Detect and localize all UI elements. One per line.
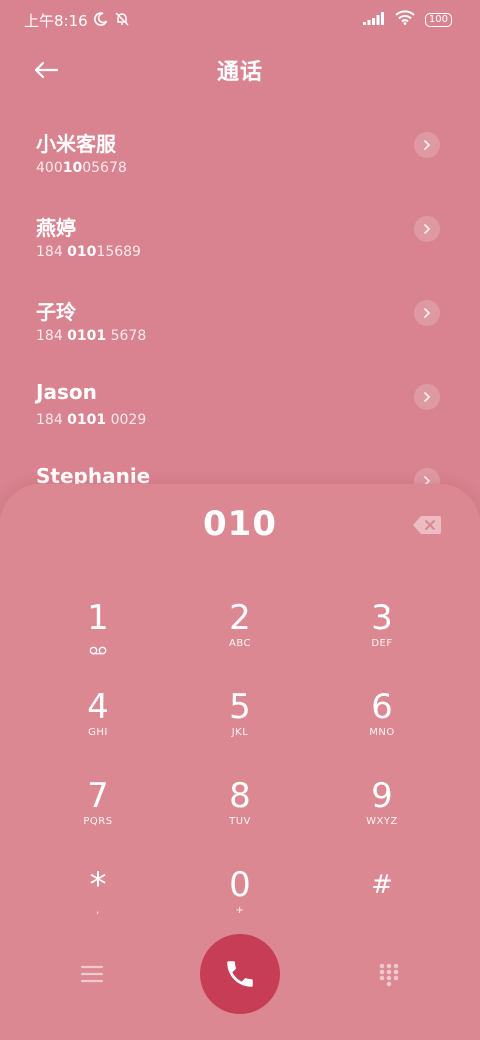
mute-icon	[114, 11, 130, 30]
contact-name: 燕婷	[36, 216, 76, 240]
key-letters: ABC	[228, 638, 251, 649]
key-letters: TUV	[229, 816, 251, 827]
top-bar: 通话	[0, 44, 480, 94]
key-digit: 3	[371, 598, 393, 638]
status-time: 上午8:16	[24, 12, 88, 30]
key-letters: DEF	[371, 638, 393, 649]
key-digit: 0	[229, 865, 251, 905]
key-7[interactable]: 7 PQRS	[38, 776, 158, 856]
status-bar: 上午8:16 100	[0, 0, 480, 40]
key-9[interactable]: 9 WXYZ	[322, 776, 442, 856]
dialer-bottom-bar	[0, 932, 480, 1022]
keypad-toggle-button[interactable]	[372, 958, 406, 992]
chevron-right-icon	[424, 140, 431, 150]
chevron-right-icon	[424, 308, 431, 318]
key-4[interactable]: 4 GHI	[38, 687, 158, 767]
dialpad-icon	[379, 963, 399, 987]
voicemail-icon	[89, 640, 107, 659]
contact-name: 小米客服	[36, 132, 116, 156]
page-title: 通话	[216, 60, 263, 85]
key-letters: JKL	[231, 727, 249, 738]
menu-button[interactable]	[76, 958, 108, 990]
key-letters: MNO	[369, 727, 395, 738]
key-8[interactable]: 8 TUV	[180, 776, 300, 856]
key-digit: 9	[371, 776, 393, 816]
signal-icon	[362, 10, 385, 29]
contact-item[interactable]: 子玲 184 0101 5678	[0, 286, 480, 370]
key-2[interactable]: 2 ABC	[180, 598, 300, 678]
contact-item[interactable]: 燕婷 184 01015689	[0, 202, 480, 286]
backspace-button[interactable]	[412, 514, 442, 536]
phone-icon	[227, 961, 253, 987]
backspace-icon	[413, 516, 441, 534]
battery-icon: 100	[424, 12, 452, 27]
contact-item[interactable]: 小米客服 4001005678	[0, 118, 480, 202]
contact-name: Jason	[36, 380, 97, 404]
key-letters: WXYZ	[366, 816, 398, 827]
key-1[interactable]: 1	[38, 598, 158, 678]
wifi-icon	[395, 10, 415, 29]
dialed-number: 010	[203, 504, 277, 544]
contact-detail-button[interactable]	[414, 216, 440, 242]
contact-number: 184 01015689	[36, 244, 141, 260]
key-digit: #	[371, 870, 393, 900]
key-3[interactable]: 3 DEF	[322, 598, 442, 678]
contact-detail-button[interactable]	[414, 300, 440, 326]
key-letters: +	[235, 905, 245, 916]
key-letters: GHI	[88, 727, 108, 738]
contact-item[interactable]: Jason 184 0101 0029	[0, 370, 480, 454]
key-letters: PQRS	[83, 816, 113, 827]
dialer-panel: 010 1 2 ABC 3 DEF 4 GHI 5 JKL 6 MNO 7 PQ…	[0, 484, 480, 1040]
key-digit: *	[89, 865, 107, 905]
contact-number: 184 0101 0029	[36, 412, 147, 428]
key-digit: 2	[229, 598, 251, 638]
contact-detail-button[interactable]	[414, 384, 440, 410]
chevron-right-icon	[424, 224, 431, 234]
key-digit: 7	[87, 776, 109, 816]
call-button[interactable]	[200, 934, 280, 1014]
chevron-right-icon	[424, 392, 431, 402]
key-digit: 8	[229, 776, 251, 816]
contact-name: 子玲	[36, 300, 76, 324]
key-digit: 4	[87, 687, 109, 727]
moon-icon	[93, 11, 108, 30]
contact-detail-button[interactable]	[414, 132, 440, 158]
key-digit: 5	[229, 687, 251, 727]
menu-icon	[81, 965, 103, 983]
key-6[interactable]: 6 MNO	[322, 687, 442, 767]
contact-number: 4001005678	[36, 160, 127, 176]
key-digit: 1	[87, 598, 109, 638]
key-digit: 6	[371, 687, 393, 727]
contact-number: 184 0101 5678	[36, 328, 147, 344]
key-letters: ,	[96, 905, 100, 916]
key-5[interactable]: 5 JKL	[180, 687, 300, 767]
contact-list: 小米客服 4001005678 燕婷 184 01015689 子玲 184 0…	[0, 118, 480, 538]
